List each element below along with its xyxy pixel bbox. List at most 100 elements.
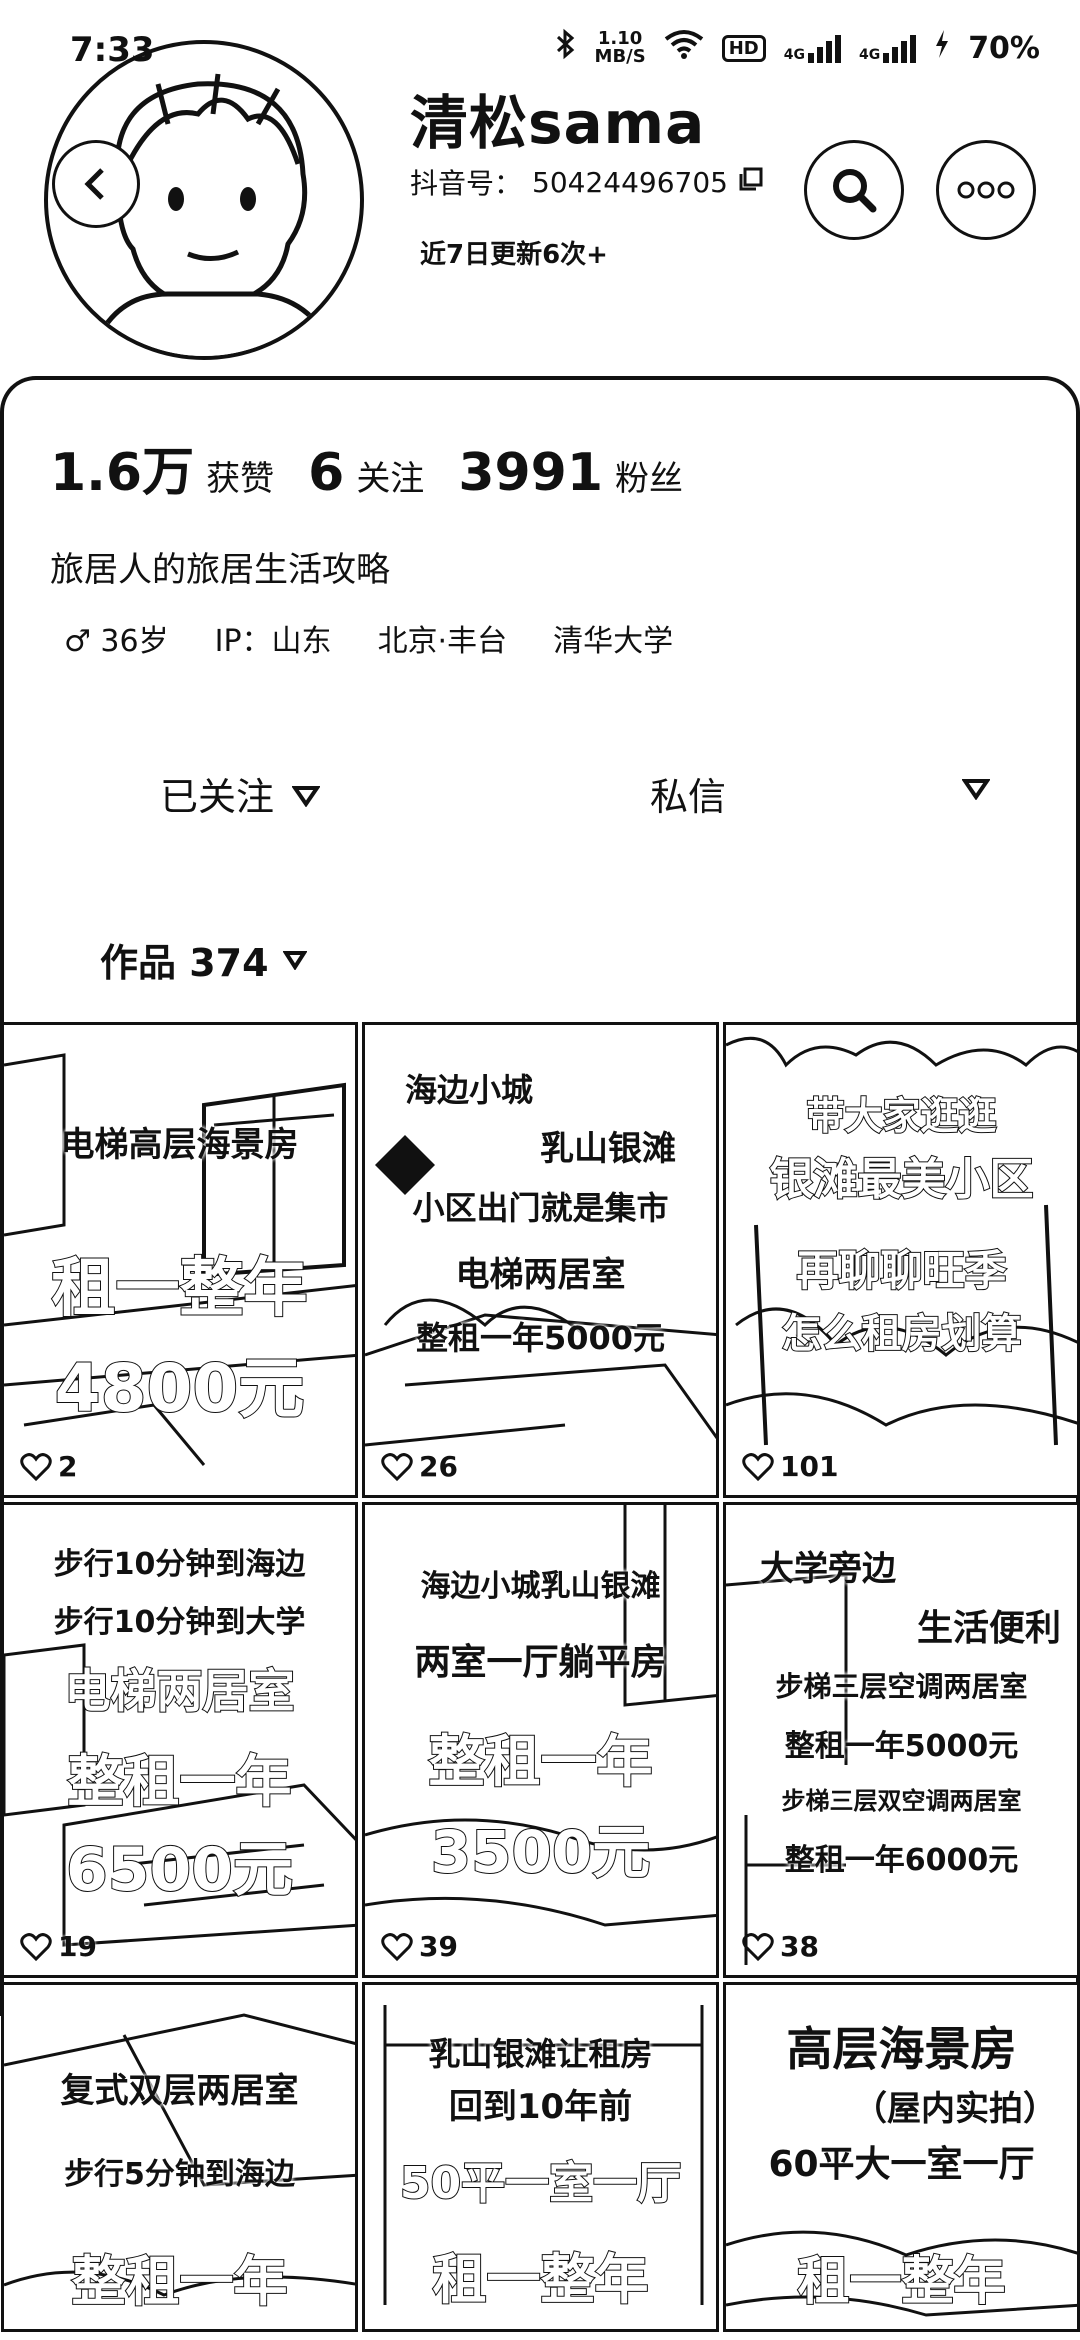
video-caption-line: 怎么租房划算 [781, 1310, 1023, 1358]
dropdown-arrow-icon [282, 950, 307, 970]
heart-icon [742, 1452, 774, 1481]
video-caption-line: 大学旁边 [760, 1549, 896, 1589]
heart-icon [20, 1452, 52, 1481]
video-caption-line: 电梯两居室 [64, 1663, 296, 1719]
charging-icon [934, 29, 950, 67]
dropdown-arrow-icon [961, 779, 991, 801]
video-caption-line: 步行5分钟到海边 [64, 2157, 295, 2192]
video-caption-line: 步行10分钟到海边 [53, 1547, 306, 1582]
tab-works[interactable]: 作品 374 [100, 932, 307, 987]
follow-button[interactable]: 已关注 [160, 766, 321, 821]
video-caption-line: 乳山银滩 [540, 1129, 676, 1169]
account-id: 50424496705 [532, 165, 728, 199]
like-count: 39 [381, 1930, 458, 1963]
tag-gender-age: ♂ 36岁 [64, 624, 169, 659]
video-tile[interactable]: 带大家逛逛 银滩最美小区 再聊聊旺季 怎么租房划算 101 [723, 1022, 1080, 1498]
video-tile[interactable]: 复式双层两居室 步行5分钟到海边 整租一年 [1, 1982, 358, 2332]
video-caption-line: 乳山银滩让租房 [428, 2035, 653, 2073]
video-caption-line: 复式双层两居室 [60, 2071, 299, 2111]
video-caption-line: 电梯两居室 [455, 1255, 626, 1295]
tag-location[interactable]: 北京·丰台 [378, 616, 508, 660]
stat-followers[interactable]: 3991 粉丝 [458, 443, 683, 503]
video-caption-line: 海边小城 [405, 1071, 534, 1109]
dropdown-arrow-icon [291, 772, 321, 816]
video-caption-line: 租一整年 [796, 2251, 1006, 2313]
like-count: 38 [742, 1930, 819, 1963]
video-caption-line: 步行10分钟到大学 [53, 1605, 306, 1640]
video-caption-line: 整租一年6000元 [784, 1843, 1019, 1878]
chevron-left-icon [84, 168, 104, 200]
video-caption-line: 3500元 [430, 1817, 651, 1887]
heart-icon [381, 1452, 413, 1481]
video-grid: 电梯高层海景房 租一整年 4800元 2 海边小城 乳山银滩 小区出门就是集市 … [0, 1022, 1080, 2332]
video-caption-line: 租一整年 [432, 2247, 650, 2312]
tag-ip: IP：山东 [214, 624, 332, 659]
video-caption-line: 4800元 [54, 1349, 306, 1428]
stat-following[interactable]: 6 关注 [308, 443, 424, 503]
video-caption-line: 步梯三层双空调两居室 [781, 1787, 1022, 1815]
more-dots-icon [957, 181, 1015, 199]
status-bar: 7:33 1.10 MB/S HD 4G 4G 70% [0, 0, 1080, 96]
heart-icon [20, 1932, 52, 1961]
video-caption-line: 银滩最美小区 [769, 1153, 1035, 1206]
profile-tags: ♂ 36岁 IP：山东 北京·丰台 清华大学 [64, 616, 673, 660]
signal-icon-2: 4G [859, 33, 917, 63]
video-caption-line: 高层海景房 [786, 2022, 1017, 2076]
video-caption-line: 整租一年5000元 [784, 1729, 1019, 1764]
like-count: 19 [20, 1930, 97, 1963]
video-tile[interactable]: 海边小城乳山银滩 两室一厅躺平房 整租一年 3500元 39 [362, 1502, 719, 1978]
video-tile[interactable]: 大学旁边 生活便利 步梯三层空调两居室 整租一年5000元 步梯三层双空调两居室… [723, 1502, 1080, 1978]
video-tile[interactable]: 海边小城 乳山银滩 小区出门就是集市 电梯两居室 整租一年5000元 26 [362, 1022, 719, 1498]
more-actions-dropdown[interactable] [961, 778, 991, 804]
more-button[interactable] [936, 140, 1036, 240]
video-caption-line: 整租一年 [67, 1749, 293, 1816]
video-caption-line: 60平大一室一厅 [768, 2144, 1035, 2185]
video-caption-line: 6500元 [65, 1834, 294, 1906]
video-caption-line: 回到10年前 [448, 2087, 633, 2127]
heart-icon [742, 1932, 774, 1961]
video-caption-line: 电梯高层海景房 [60, 1125, 299, 1165]
video-caption-line: 整租一年 [71, 2249, 289, 2314]
video-caption-line: 整租一年 [428, 1729, 654, 1796]
video-caption-line: 再聊聊旺季 [795, 1245, 1007, 1296]
bluetooth-icon [555, 28, 577, 68]
video-tile[interactable]: 乳山银滩让租房 回到10年前 50平一室一厅 租一整年 [362, 1982, 719, 2332]
like-count: 2 [20, 1450, 77, 1483]
battery-level: 70% [968, 30, 1040, 66]
update-frequency: 近7日更新6次+ [420, 240, 608, 270]
video-caption-line: 带大家逛逛 [805, 1093, 997, 1139]
video-caption-line: 生活便利 [916, 1608, 1061, 1649]
copy-icon[interactable] [738, 166, 764, 199]
stat-likes[interactable]: 1.6万 获赞 [50, 430, 274, 505]
account-id-line: 抖音号： 50424496705 [410, 162, 764, 202]
like-count: 26 [381, 1450, 458, 1483]
wifi-icon [664, 29, 704, 67]
back-button[interactable] [52, 140, 140, 228]
search-button[interactable] [804, 140, 904, 240]
status-time: 7:33 [70, 30, 155, 70]
message-button[interactable]: 私信 [650, 766, 726, 821]
network-speed: 1.10 MB/S [594, 28, 646, 67]
video-caption-line: 小区出门就是集市 [412, 1189, 669, 1227]
video-caption-line: （屋内实拍） [853, 2089, 1057, 2129]
status-icons: 1.10 MB/S HD 4G 4G 70% [555, 28, 1040, 68]
hd-badge: HD [721, 34, 766, 62]
signal-icon-1: 4G [784, 33, 841, 63]
video-tile[interactable]: 高层海景房 （屋内实拍） 60平大一室一厅 租一整年 [723, 1982, 1080, 2332]
search-icon [833, 169, 877, 213]
video-caption-line: 整租一年5000元 [415, 1319, 666, 1357]
video-tile[interactable]: 电梯高层海景房 租一整年 4800元 2 [1, 1022, 358, 1498]
heart-icon [381, 1932, 413, 1961]
tag-school[interactable]: 清华大学 [553, 616, 673, 660]
video-caption-line: 两室一厅躺平房 [414, 1642, 667, 1683]
video-caption-line: 租一整年 [51, 1251, 309, 1327]
video-caption-line: 海边小城乳山银滩 [420, 1569, 661, 1604]
like-count: 101 [742, 1450, 838, 1483]
video-caption-line: 50平一室一厅 [399, 2157, 682, 2210]
account-label: 抖音号： [410, 167, 523, 200]
bio: 旅居人的旅居生活攻略 [50, 550, 390, 590]
stats-row: 1.6万 获赞 6 关注 3991 粉丝 [50, 430, 717, 505]
video-tile[interactable]: 步行10分钟到海边 步行10分钟到大学 电梯两居室 整租一年 6500元 19 [1, 1502, 358, 1978]
action-buttons: 已关注 私信 [4, 760, 1080, 840]
video-caption-line: 步梯三层空调两居室 [775, 1670, 1028, 1703]
